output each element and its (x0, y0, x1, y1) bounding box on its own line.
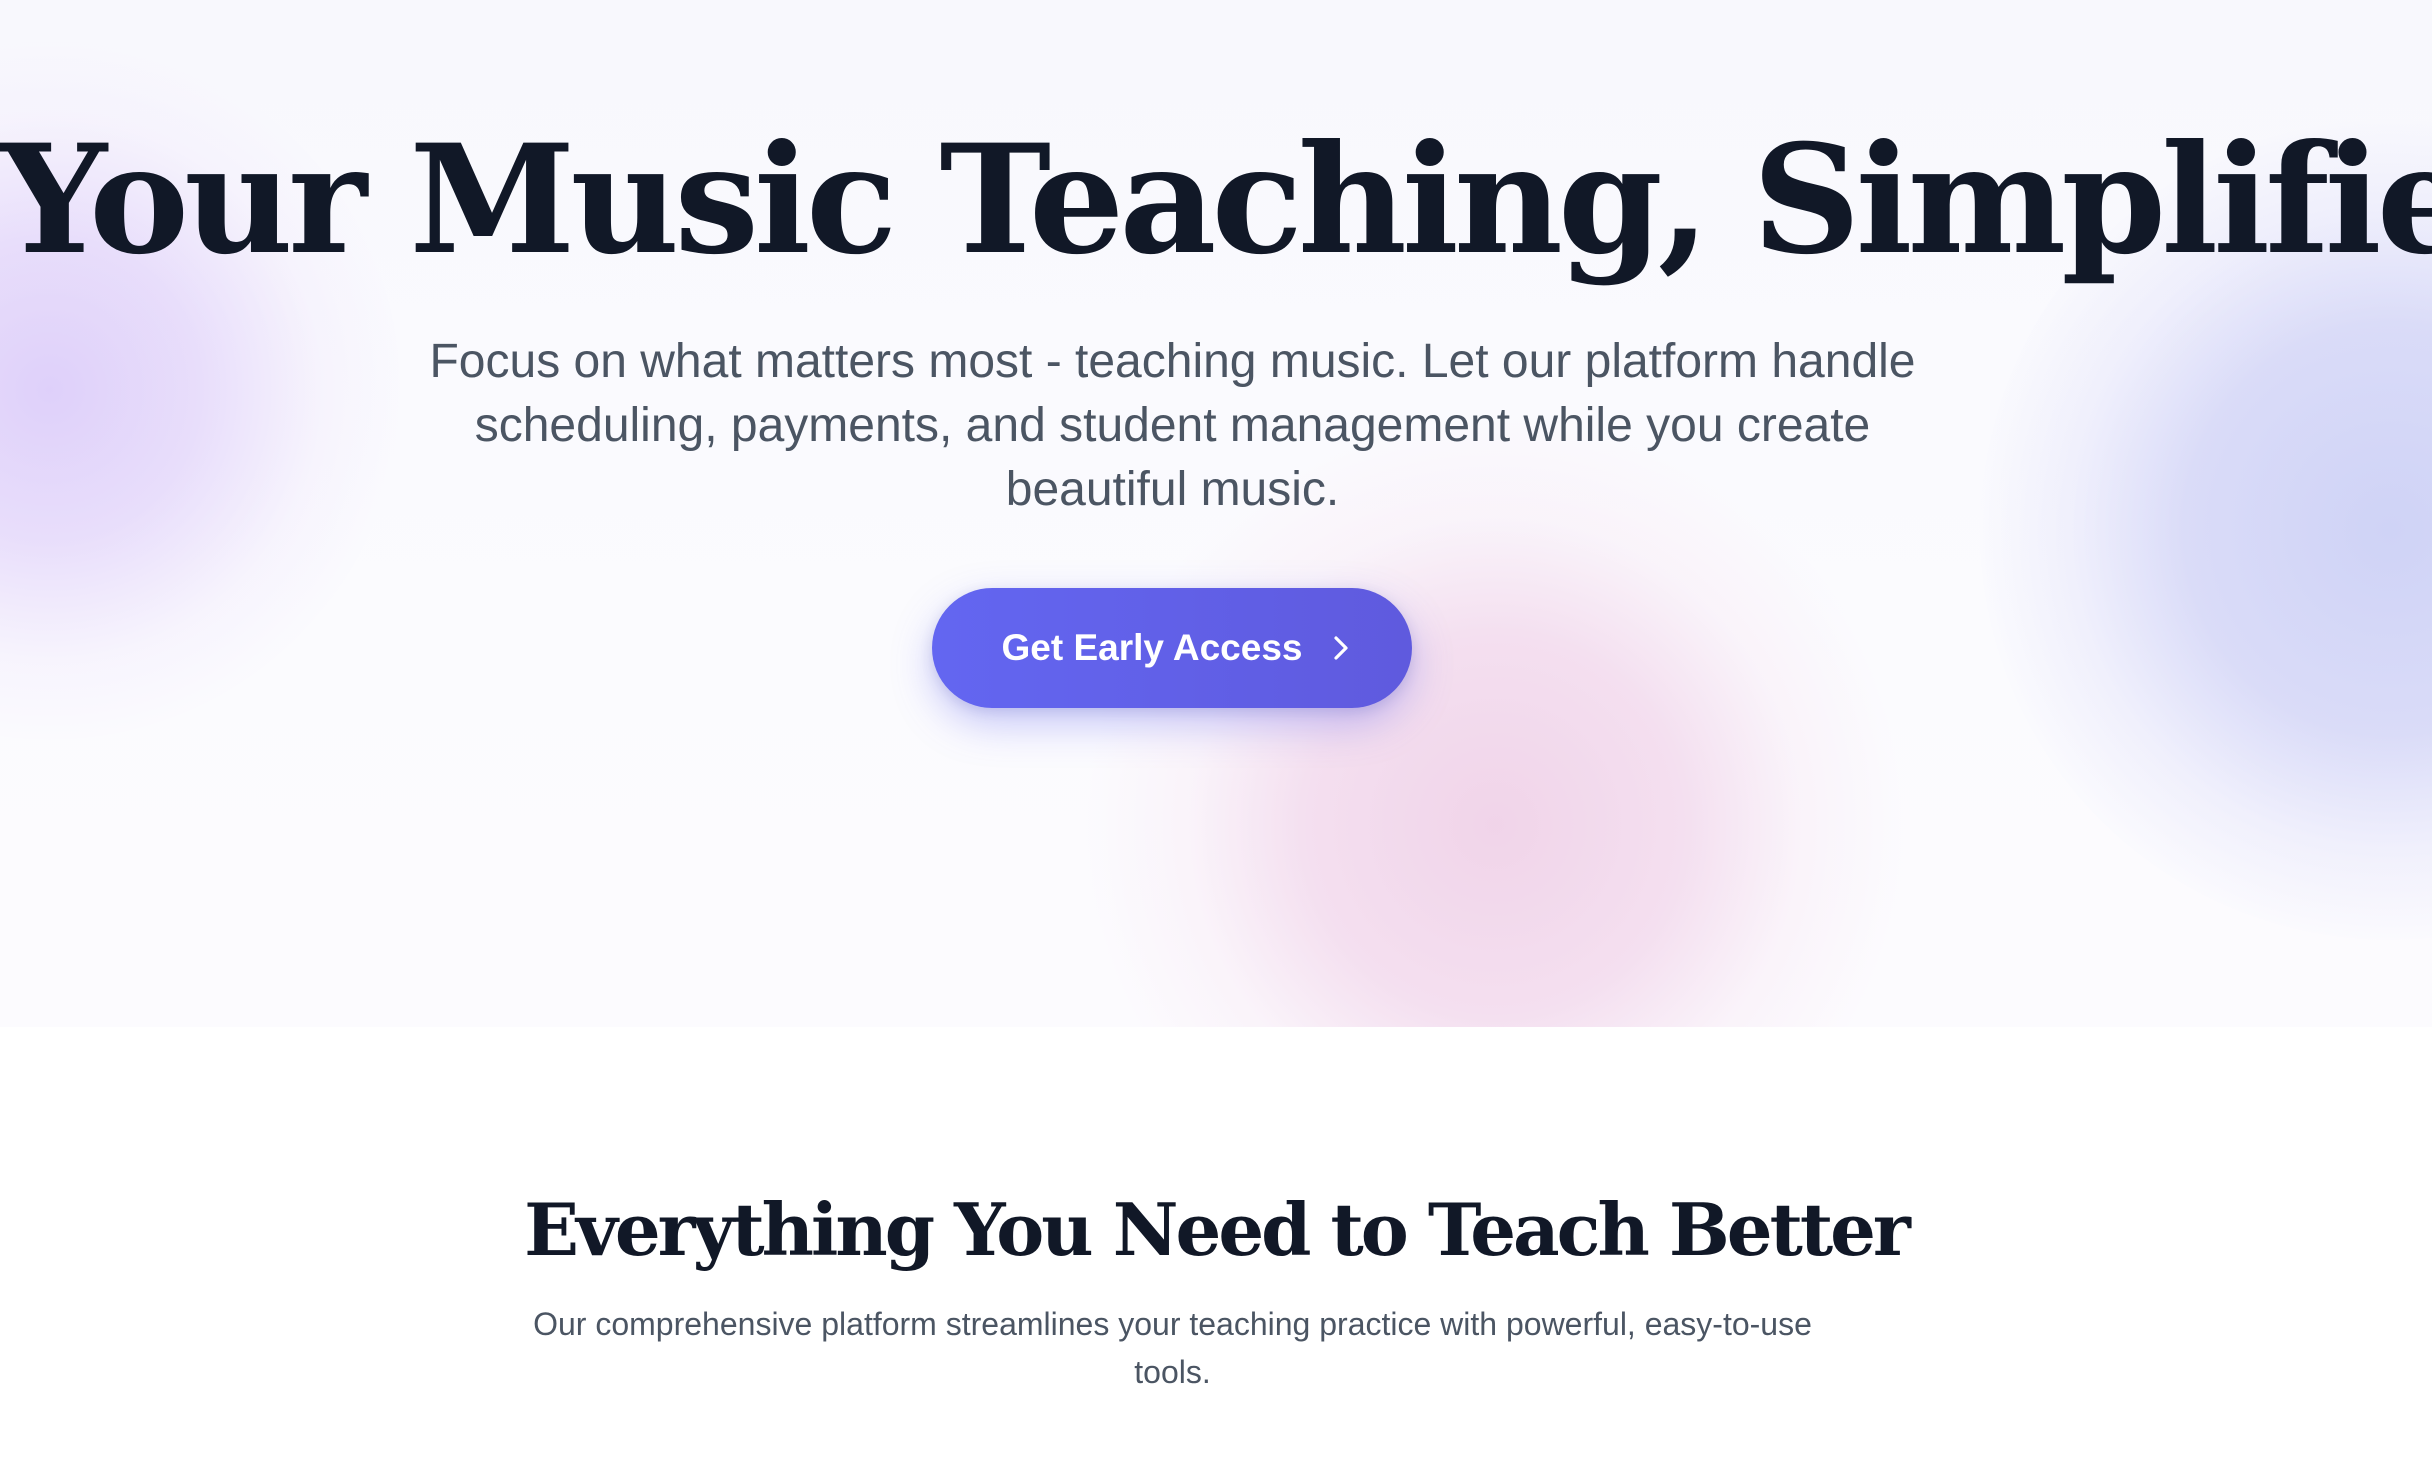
cta-label: Get Early Access (1001, 627, 1303, 668)
hero-subtitle: Focus on what matters most - teaching mu… (429, 335, 1916, 516)
chevron-right-icon (1329, 633, 1353, 663)
features-title: Everything You Need to Teach Better (524, 1187, 1911, 1272)
get-early-access-button[interactable]: Get Early Access (932, 588, 1412, 708)
landing-page: Your Music Teaching, Simplified Focus on… (0, 0, 2432, 1460)
hero-title: Your Music Teaching, Simplified (0, 112, 2432, 288)
features-subtitle: Our comprehensive platform streamlines y… (533, 1306, 1812, 1390)
hero-section: Your Music Teaching, Simplified Focus on… (0, 0, 2432, 1027)
